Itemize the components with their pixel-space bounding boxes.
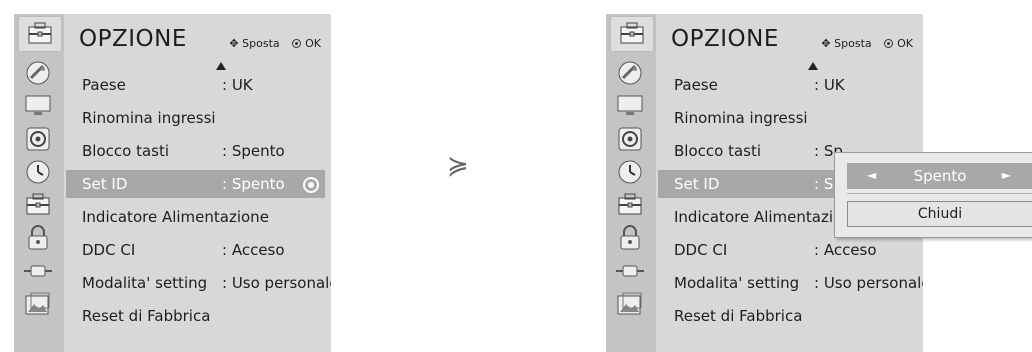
speaker-icon[interactable] [615,126,645,152]
options-menu: OPZIONE ✥ Sposta OK Paese : UK Rinomina i… [64,14,331,352]
navigation-hint: ✥ Sposta OK [229,37,321,50]
ok-button-icon [884,39,894,48]
menu-item-label: Indicatore Alimentazione [82,208,269,226]
scroll-up-icon[interactable] [216,62,226,70]
monitor-icon[interactable] [23,93,53,119]
ok-button-icon [292,39,302,48]
menu-title: OPZIONE [79,26,187,52]
menu-item-label: Rinomina ingressi [674,109,808,127]
menu-item-set-id[interactable]: Set ID : Spento [66,170,325,198]
move-arrows-icon: ✥ [821,37,831,50]
menu-item-modalita-setting[interactable]: Modalita' setting : Uso personale [656,269,923,297]
navigation-hint: ✥ Sposta OK [821,37,913,50]
menu-item-label: DDC CI [82,241,136,259]
lock-icon[interactable] [23,225,53,251]
menu-item-value: : UK [222,76,253,94]
menu-item-reset-di-fabbrica[interactable]: Reset di Fabbrica [656,302,923,330]
photo-icon[interactable] [23,291,53,317]
menu-item-value: : Spento [222,175,285,193]
hint-move-label: Sposta [834,37,872,50]
photo-icon[interactable] [615,291,645,317]
menu-title: OPZIONE [671,26,779,52]
menu-item-label: Rinomina ingressi [82,109,216,127]
menu-item-paese[interactable]: Paese : UK [656,71,923,99]
menu-item-label: Modalita' setting [82,274,208,292]
menu-item-label: Indicatore Alimentazione [674,208,861,226]
toolbox-icon[interactable] [23,192,53,218]
arrow-right-icon[interactable]: ► [1002,168,1011,182]
menu-item-label: Reset di Fabbrica [674,307,803,325]
menu-item-value: : Uso personale [222,274,331,292]
menu-item-modalita-setting[interactable]: Modalita' setting : Uso personale [64,269,331,297]
hint-move-label: Sposta [242,37,280,50]
menu-item-rinomina-ingressi[interactable]: Rinomina ingressi [656,104,923,132]
satellite-icon[interactable] [615,60,645,86]
satellite-icon[interactable] [23,60,53,86]
menu-item-label: Reset di Fabbrica [82,307,211,325]
menu-item-value: : Acceso [222,241,285,259]
speaker-icon[interactable] [23,126,53,152]
move-arrows-icon: ✥ [229,37,239,50]
hint-ok-label: OK [305,37,321,50]
menu-item-label: Set ID [674,175,720,193]
close-button[interactable]: Chiudi [847,201,1032,227]
menu-item-label: DDC CI [674,241,728,259]
set-id-popup: ◄ Spento ► Chiudi [834,152,1032,238]
menu-item-reset-di-fabbrica[interactable]: Reset di Fabbrica [64,302,331,330]
clock-icon[interactable] [615,159,645,185]
menu-item-ddc-ci[interactable]: DDC CI : Acceso [64,236,331,264]
menu-item-value: : Spento [222,142,285,160]
menu-item-ddc-ci[interactable]: DDC CI : Acceso [656,236,923,264]
scroll-up-icon[interactable] [808,62,818,70]
toolbox-icon[interactable] [610,16,654,52]
hint-ok-label: OK [897,37,913,50]
menu-item-value: : Acceso [814,241,877,259]
menu-item-label: Blocco tasti [674,142,762,160]
toolbox-icon[interactable] [615,192,645,218]
step-arrow: ≽ [447,151,469,181]
menu-item-label: Set ID [82,175,128,193]
menu-item-label: Paese [82,76,126,94]
category-sidebar [14,14,64,352]
clock-icon[interactable] [23,159,53,185]
plug-icon[interactable] [615,258,645,284]
menu-item-rinomina-ingressi[interactable]: Rinomina ingressi [64,104,331,132]
divider [847,193,1032,194]
menu-item-indicatore-alimentazione[interactable]: Indicatore Alimentazione [64,203,331,231]
plug-icon[interactable] [23,258,53,284]
lock-icon[interactable] [615,225,645,251]
menu-item-label: Blocco tasti [82,142,170,160]
value-selector[interactable]: ◄ Spento ► [847,163,1032,189]
menu-item-paese[interactable]: Paese : UK [64,71,331,99]
menu-item-label: Paese [674,76,718,94]
toolbox-icon[interactable] [18,16,62,52]
menu-item-value: : Uso personale [814,274,923,292]
selected-radio-icon [303,177,319,193]
monitor-icon[interactable] [615,93,645,119]
menu-panel-left: OPZIONE ✥ Sposta OK Paese : UK Rinomina i… [14,14,331,352]
menu-item-value: : UK [814,76,845,94]
menu-item-label: Modalita' setting [674,274,800,292]
category-sidebar [606,14,656,352]
menu-item-blocco-tasti[interactable]: Blocco tasti : Spento [64,137,331,165]
